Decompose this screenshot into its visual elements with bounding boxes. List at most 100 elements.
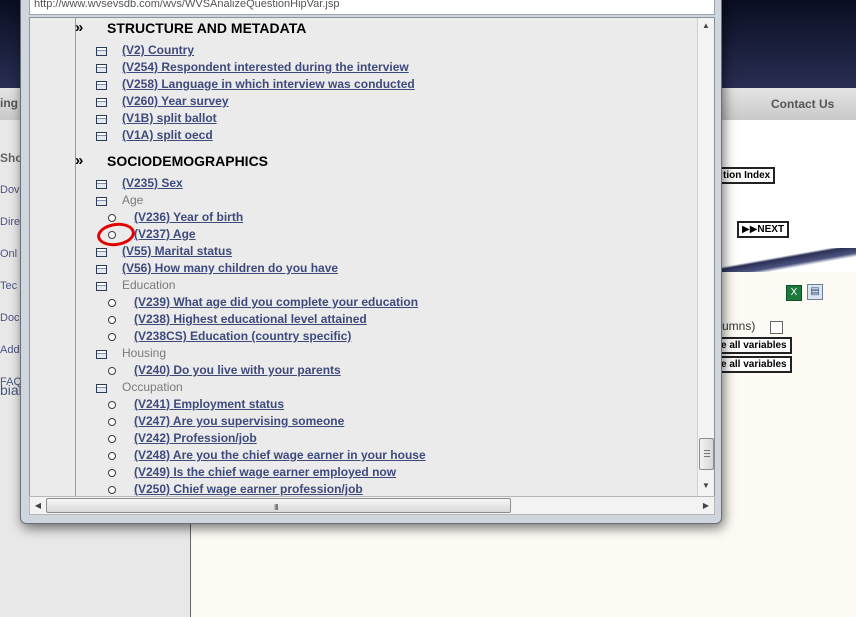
address-url: http://www.wvsevsdb.com/wvs/WVSAnalizeQu… [34, 0, 340, 10]
group-square-icon [96, 197, 107, 206]
sub-variable-circle-icon [108, 333, 116, 341]
sidebar-link-fragment[interactable]: Add [0, 344, 20, 356]
sidebar-link-fragment[interactable]: Dov [0, 184, 20, 196]
address-bar[interactable]: http://www.wvsevsdb.com/wvs/WVSAnalizeQu… [29, 0, 715, 15]
list-item: (V247) Are you supervising someone [30, 414, 670, 431]
next-button[interactable]: ▶▶NEXT [737, 221, 790, 238]
group-square-icon [96, 384, 107, 393]
sub-variable-circle-icon [108, 486, 116, 494]
nav-item-fragment[interactable]: ing [0, 96, 18, 110]
variable-link[interactable]: (V241) Employment status [134, 397, 284, 411]
variable-link[interactable]: (V236) Year of birth [134, 210, 243, 224]
variable-link[interactable]: (V239) What age did you complete your ed… [134, 295, 418, 309]
sub-variable-circle-icon [108, 418, 116, 426]
variable-link[interactable]: (V249) Is the chief wage earner employed… [134, 465, 396, 479]
variable-link[interactable]: (V55) Marital status [122, 244, 232, 258]
variable-square-icon [96, 265, 107, 274]
variable-link[interactable]: (V238) Highest educational level attaine… [134, 312, 367, 326]
variable-square-icon [96, 98, 107, 107]
section-title: STRUCTURE AND METADATA [107, 20, 307, 36]
columns-checkbox[interactable] [770, 321, 783, 334]
horizontal-scrollbar[interactable]: ◀ III ▶ [29, 496, 715, 515]
variable-link[interactable]: (V242) Profession/job [134, 431, 257, 445]
list-item: (V250) Chief wage earner profession/job [30, 482, 670, 496]
variable-link[interactable]: (V237) Age [134, 227, 196, 241]
variable-square-icon [96, 248, 107, 257]
variable-link[interactable]: (V1B) split ballot [122, 111, 217, 125]
list-item: (V249) Is the chief wage earner employed… [30, 465, 670, 482]
sub-variable-circle-icon [108, 316, 116, 324]
section-title: SOCIODEMOGRAPHICS [107, 153, 269, 169]
variable-square-icon [96, 132, 107, 141]
excel-icon[interactable]: X [786, 285, 802, 301]
variable-list-viewport: » STRUCTURE AND METADATA (V2) Country (V… [29, 17, 715, 497]
list-item: (V55) Marital status [30, 244, 670, 261]
list-item: (V260) Year survey [30, 94, 670, 111]
grip-lines: III [274, 503, 279, 512]
sub-variable-circle-icon [108, 299, 116, 307]
list-item: (V238) Highest educational level attaine… [30, 312, 670, 329]
list-item: (V254) Respondent interested during the … [30, 60, 670, 77]
scroll-left-arrow-icon[interactable]: ◀ [30, 497, 46, 514]
variable-link[interactable]: (V247) Are you supervising someone [134, 414, 344, 428]
scroll-down-arrow-icon[interactable]: ▼ [698, 478, 714, 494]
group-square-icon [96, 282, 107, 291]
list-group: Age [30, 193, 670, 210]
list-item: (V242) Profession/job [30, 431, 670, 448]
all-variables-button[interactable]: e all variables [716, 356, 792, 373]
list-item: (V239) What age did you complete your ed… [30, 295, 670, 312]
variable-link[interactable]: (V1A) split oecd [122, 128, 213, 142]
variable-link[interactable]: (V235) Sex [122, 176, 183, 190]
section-marker-icon: » [75, 19, 84, 36]
sub-variable-circle-icon [108, 401, 116, 409]
variable-link[interactable]: (V248) Are you the chief wage earner in … [134, 448, 426, 462]
variable-link[interactable]: (V258) Language in which interview was c… [122, 77, 415, 91]
list-group: Housing [30, 346, 670, 363]
scroll-right-arrow-icon[interactable]: ▶ [698, 497, 714, 514]
horizontal-scroll-thumb[interactable]: III [46, 498, 511, 513]
group-label: Education [122, 278, 176, 292]
sidebar-link-fragment[interactable]: Doc [0, 312, 20, 324]
sidebar-link-fragment[interactable]: Dire [0, 216, 20, 228]
variable-link[interactable]: (V254) Respondent interested during the … [122, 60, 409, 74]
list-item: (V2) Country [30, 43, 670, 60]
columns-label-fragment: umns) [722, 319, 756, 333]
scroll-up-arrow-icon[interactable]: ▲ [698, 18, 714, 34]
variable-picker-popup: http://www.wvsevsdb.com/wvs/WVSAnalizeQu… [20, 0, 722, 524]
variable-link[interactable]: (V260) Year survey [122, 94, 229, 108]
decorative-swoosh [718, 248, 856, 272]
grip-line [704, 453, 710, 454]
sub-variable-circle-icon [108, 469, 116, 477]
print-icon[interactable]: ▤ [807, 284, 823, 300]
list-item: (V56) How many children do you have [30, 261, 670, 278]
variable-square-icon [96, 47, 107, 56]
group-label: Housing [122, 346, 167, 360]
sidebar-link-fragment[interactable]: Onl [0, 248, 17, 260]
group-label: Occupation [122, 380, 183, 394]
list-item: (V241) Employment status [30, 397, 670, 414]
sidebar-link-fragment[interactable]: Tec [0, 280, 17, 292]
next-arrow-icon: ▶▶ [742, 224, 758, 235]
vertical-scrollbar[interactable]: ▲ ▼ [697, 18, 714, 496]
variable-square-icon [96, 64, 107, 73]
variable-link[interactable]: (V250) Chief wage earner profession/job [134, 482, 363, 496]
group-label: Age [122, 193, 144, 207]
vertical-scroll-thumb[interactable] [699, 438, 714, 470]
variable-link[interactable]: (V56) How many children do you have [122, 261, 338, 275]
variable-link[interactable]: (V240) Do you live with your parents [134, 363, 341, 377]
list-item: (V1A) split oecd [30, 128, 670, 145]
variable-link[interactable]: (V238CS) Education (country specific) [134, 329, 351, 343]
next-button-label: NEXT [757, 224, 785, 235]
list-item: (V240) Do you live with your parents [30, 363, 670, 380]
variable-square-icon [96, 115, 107, 124]
list-item: (V238CS) Education (country specific) [30, 329, 670, 346]
variable-link[interactable]: (V2) Country [122, 43, 194, 57]
variable-square-icon [96, 180, 107, 189]
all-variables-button[interactable]: e all variables [716, 337, 792, 354]
group-square-icon [96, 350, 107, 359]
sub-variable-circle-icon [108, 452, 116, 460]
question-index-button[interactable]: tion Index [718, 167, 776, 184]
list-item: (V235) Sex [30, 176, 670, 193]
list-item: (V1B) split ballot [30, 111, 670, 128]
nav-contact-us[interactable]: Contact Us [771, 97, 834, 111]
